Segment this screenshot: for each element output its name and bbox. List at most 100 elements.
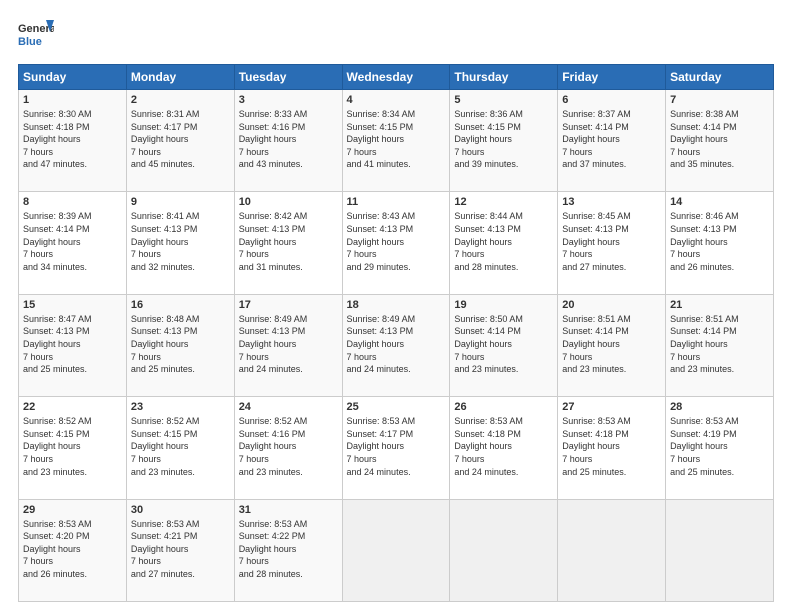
day-number: 31 (239, 504, 338, 516)
col-header-sunday: Sunday (19, 65, 127, 90)
calendar-cell: 10Sunrise: 8:42 AMSunset: 4:13 PMDayligh… (234, 192, 342, 294)
calendar-cell: 11 Sunrise: 8:43 AMSunset: 4:13 PMDayligh… (342, 192, 450, 294)
calendar-cell: 31 Sunrise: 8:53 AMSunset: 4:22 PMDayligh… (234, 499, 342, 601)
day-number: 13 (562, 196, 661, 208)
day-info: Sunrise: 8:53 AMSunset: 4:20 PMDaylight … (23, 519, 92, 579)
day-info: Sunrise: 8:53 AMSunset: 4:22 PMDaylight … (239, 519, 308, 579)
calendar-table: SundayMondayTuesdayWednesdayThursdayFrid… (18, 64, 774, 602)
col-header-tuesday: Tuesday (234, 65, 342, 90)
day-info: Sunrise: 8:46 AMSunset: 4:13 PMDaylight … (670, 211, 739, 271)
calendar-cell: 29 Sunrise: 8:53 AMSunset: 4:20 PMDayligh… (19, 499, 127, 601)
calendar-cell: 17 Sunrise: 8:49 AMSunset: 4:13 PMDayligh… (234, 294, 342, 396)
calendar-cell: 13 Sunrise: 8:45 AMSunset: 4:13 PMDayligh… (558, 192, 666, 294)
day-number: 1 (23, 94, 122, 106)
day-info: Sunrise: 8:49 AMSunset: 4:13 PMDaylight … (347, 314, 416, 374)
day-info: Sunrise: 8:30 AMSunset: 4:18 PMDaylight … (23, 109, 92, 169)
calendar-cell: 6 Sunrise: 8:37 AMSunset: 4:14 PMDaylight… (558, 90, 666, 192)
day-number: 28 (670, 401, 769, 413)
day-info: Sunrise: 8:52 AMSunset: 4:15 PMDaylight … (131, 416, 200, 476)
day-info: Sunrise: 8:41 AMSunset: 4:13 PMDaylight … (131, 211, 200, 271)
calendar-cell: 9 Sunrise: 8:41 AMSunset: 4:13 PMDaylight… (126, 192, 234, 294)
calendar-cell: 20 Sunrise: 8:51 AMSunset: 4:14 PMDayligh… (558, 294, 666, 396)
day-number: 4 (347, 94, 446, 106)
day-info: Sunrise: 8:51 AMSunset: 4:14 PMDaylight … (670, 314, 739, 374)
day-info: Sunrise: 8:52 AMSunset: 4:16 PMDaylight … (239, 416, 308, 476)
col-header-thursday: Thursday (450, 65, 558, 90)
day-info: Sunrise: 8:53 AMSunset: 4:21 PMDaylight … (131, 519, 200, 579)
day-number: 15 (23, 299, 122, 311)
col-header-saturday: Saturday (666, 65, 774, 90)
day-number: 3 (239, 94, 338, 106)
day-number: 12 (454, 196, 553, 208)
calendar-cell: 21 Sunrise: 8:51 AMSunset: 4:14 PMDayligh… (666, 294, 774, 396)
day-info: Sunrise: 8:52 AMSunset: 4:15 PMDaylight … (23, 416, 92, 476)
day-info: Sunrise: 8:53 AMSunset: 4:18 PMDaylight … (562, 416, 631, 476)
calendar-cell: 27 Sunrise: 8:53 AMSunset: 4:18 PMDayligh… (558, 397, 666, 499)
calendar-cell (558, 499, 666, 601)
calendar-cell: 5 Sunrise: 8:36 AMSunset: 4:15 PMDaylight… (450, 90, 558, 192)
day-info: Sunrise: 8:44 AMSunset: 4:13 PMDaylight … (454, 211, 523, 271)
day-number: 21 (670, 299, 769, 311)
calendar-cell: 4 Sunrise: 8:34 AMSunset: 4:15 PMDaylight… (342, 90, 450, 192)
col-header-friday: Friday (558, 65, 666, 90)
calendar-cell: 28 Sunrise: 8:53 AMSunset: 4:19 PMDayligh… (666, 397, 774, 499)
calendar-cell: 12 Sunrise: 8:44 AMSunset: 4:13 PMDayligh… (450, 192, 558, 294)
calendar-cell (342, 499, 450, 601)
day-info: Sunrise: 8:51 AMSunset: 4:14 PMDaylight … (562, 314, 631, 374)
calendar-cell: 25 Sunrise: 8:53 AMSunset: 4:17 PMDayligh… (342, 397, 450, 499)
day-info: Sunrise: 8:34 AMSunset: 4:15 PMDaylight … (347, 109, 416, 169)
day-number: 26 (454, 401, 553, 413)
day-number: 24 (239, 401, 338, 413)
day-info: Sunrise: 8:53 AMSunset: 4:19 PMDaylight … (670, 416, 739, 476)
calendar-cell: 15 Sunrise: 8:47 AMSunset: 4:13 PMDayligh… (19, 294, 127, 396)
day-info: Sunrise: 8:36 AMSunset: 4:15 PMDaylight … (454, 109, 523, 169)
day-info: Sunrise: 8:53 AMSunset: 4:18 PMDaylight … (454, 416, 523, 476)
calendar-cell: 16 Sunrise: 8:48 AMSunset: 4:13 PMDayligh… (126, 294, 234, 396)
col-header-wednesday: Wednesday (342, 65, 450, 90)
day-number: 27 (562, 401, 661, 413)
day-number: 23 (131, 401, 230, 413)
calendar-cell (450, 499, 558, 601)
svg-text:Blue: Blue (18, 36, 42, 48)
logo-svg: General Blue (18, 18, 54, 54)
day-number: 5 (454, 94, 553, 106)
col-header-monday: Monday (126, 65, 234, 90)
calendar-cell: 2Sunrise: 8:31 AMSunset: 4:17 PMDaylight… (126, 90, 234, 192)
header: General Blue (18, 18, 774, 54)
day-number: 10 (239, 196, 338, 208)
day-info: Sunrise: 8:43 AMSunset: 4:13 PMDaylight … (347, 211, 416, 271)
day-info: Sunrise: 8:37 AMSunset: 4:14 PMDaylight … (562, 109, 631, 169)
calendar-cell: 3 Sunrise: 8:33 AMSunset: 4:16 PMDaylight… (234, 90, 342, 192)
day-number: 30 (131, 504, 230, 516)
day-info: Sunrise: 8:33 AMSunset: 4:16 PMDaylight … (239, 109, 308, 169)
day-number: 9 (131, 196, 230, 208)
calendar-cell: 7Sunrise: 8:38 AMSunset: 4:14 PMDaylight… (666, 90, 774, 192)
day-number: 16 (131, 299, 230, 311)
day-info: Sunrise: 8:39 AMSunset: 4:14 PMDaylight … (23, 211, 92, 271)
day-number: 20 (562, 299, 661, 311)
calendar-cell: 23 Sunrise: 8:52 AMSunset: 4:15 PMDayligh… (126, 397, 234, 499)
day-number: 14 (670, 196, 769, 208)
day-info: Sunrise: 8:48 AMSunset: 4:13 PMDaylight … (131, 314, 200, 374)
day-number: 25 (347, 401, 446, 413)
logo: General Blue (18, 18, 54, 54)
calendar-cell: 24 Sunrise: 8:52 AMSunset: 4:16 PMDayligh… (234, 397, 342, 499)
day-info: Sunrise: 8:31 AMSunset: 4:17 PMDaylight … (131, 109, 200, 169)
calendar-cell: 8Sunrise: 8:39 AMSunset: 4:14 PMDaylight… (19, 192, 127, 294)
calendar-cell: 19Sunrise: 8:50 AMSunset: 4:14 PMDayligh… (450, 294, 558, 396)
calendar-cell: 18Sunrise: 8:49 AMSunset: 4:13 PMDayligh… (342, 294, 450, 396)
day-number: 11 (347, 196, 446, 208)
calendar-cell: 22Sunrise: 8:52 AMSunset: 4:15 PMDayligh… (19, 397, 127, 499)
day-info: Sunrise: 8:53 AMSunset: 4:17 PMDaylight … (347, 416, 416, 476)
calendar-cell: 1 Sunrise: 8:30 AMSunset: 4:18 PMDaylight… (19, 90, 127, 192)
day-info: Sunrise: 8:38 AMSunset: 4:14 PMDaylight … (670, 109, 739, 169)
day-info: Sunrise: 8:49 AMSunset: 4:13 PMDaylight … (239, 314, 308, 374)
day-number: 17 (239, 299, 338, 311)
calendar-cell: 26 Sunrise: 8:53 AMSunset: 4:18 PMDayligh… (450, 397, 558, 499)
day-info: Sunrise: 8:47 AMSunset: 4:13 PMDaylight … (23, 314, 92, 374)
calendar-cell: 30 Sunrise: 8:53 AMSunset: 4:21 PMDayligh… (126, 499, 234, 601)
day-number: 6 (562, 94, 661, 106)
calendar-cell (666, 499, 774, 601)
day-info: Sunrise: 8:45 AMSunset: 4:13 PMDaylight … (562, 211, 631, 271)
day-number: 29 (23, 504, 122, 516)
